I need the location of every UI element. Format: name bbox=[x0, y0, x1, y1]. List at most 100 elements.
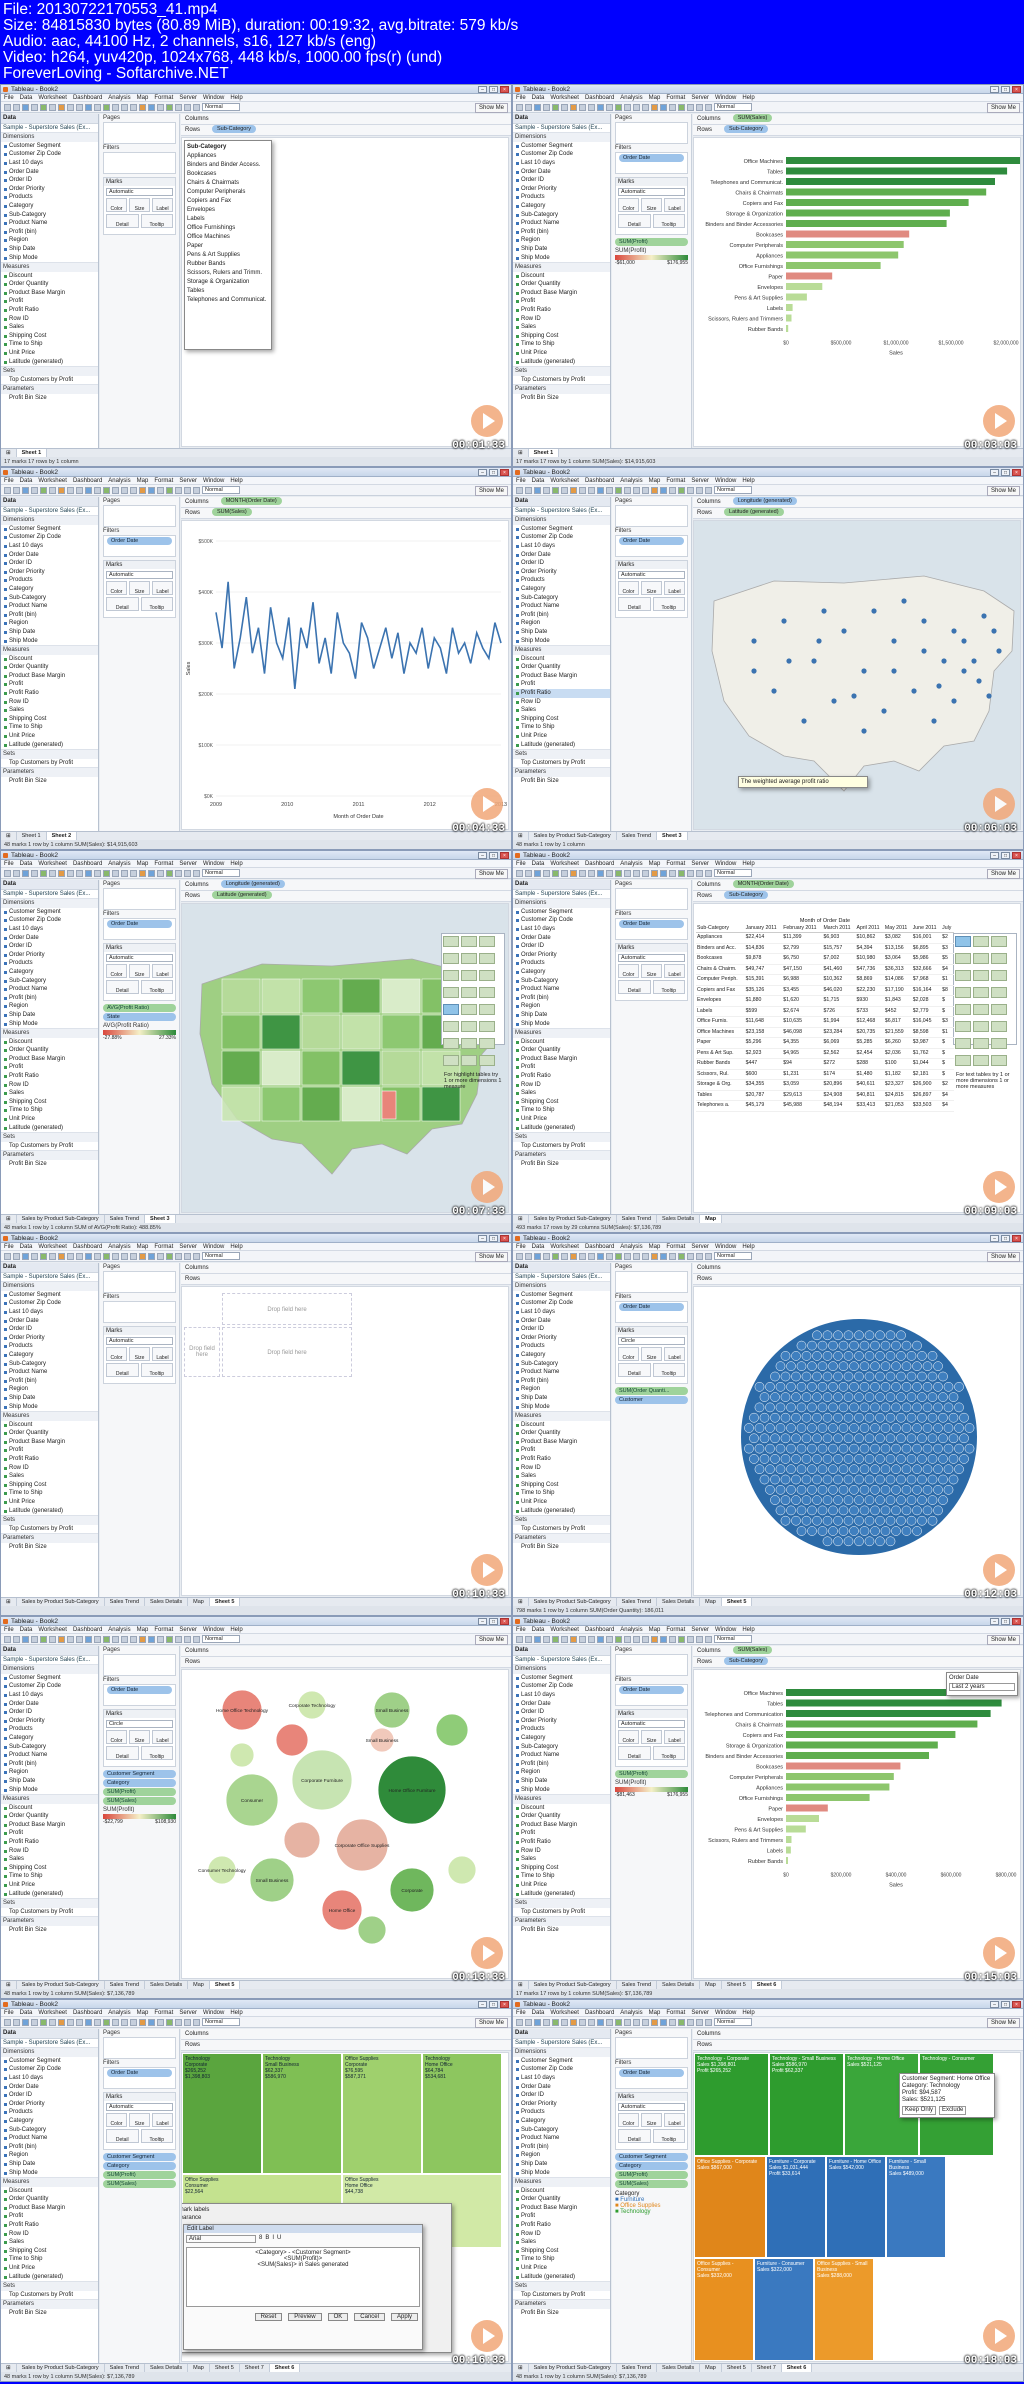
menu-help[interactable]: Help bbox=[230, 1243, 242, 1250]
toolbar-icon[interactable] bbox=[597, 1252, 604, 1260]
dimension-field[interactable]: Sub-Category bbox=[1, 211, 98, 220]
toolbar-icon[interactable] bbox=[166, 103, 173, 111]
dimension-field[interactable]: Profit (bin) bbox=[1, 2143, 98, 2152]
dimension-field[interactable]: Ship Mode bbox=[513, 254, 610, 263]
toolbar-icon[interactable] bbox=[112, 103, 119, 111]
data-source-tab[interactable]: ⊞ bbox=[1, 1598, 17, 1606]
toolbar-icon[interactable] bbox=[525, 2018, 532, 2026]
toolbar-icon[interactable] bbox=[184, 103, 191, 111]
dimension-field[interactable]: Last 10 days bbox=[1, 159, 98, 168]
menu-file[interactable]: File bbox=[516, 94, 526, 101]
measure-field[interactable]: Shipping Cost bbox=[513, 332, 610, 341]
measure-field[interactable]: Product Base Margin bbox=[513, 672, 610, 681]
dimension-field[interactable]: Region bbox=[1, 619, 98, 628]
toolbar-icon[interactable] bbox=[31, 1252, 38, 1260]
toolbar-icon[interactable] bbox=[58, 869, 65, 877]
sheet-tab[interactable]: Sheet 2 bbox=[46, 832, 78, 840]
dimension-field[interactable]: Product Name bbox=[1, 219, 98, 228]
menu-dashboard[interactable]: Dashboard bbox=[585, 94, 614, 101]
toolbar-icon[interactable] bbox=[58, 1635, 65, 1643]
toolbar-icon[interactable] bbox=[67, 486, 74, 494]
toolbar-icon[interactable] bbox=[705, 2018, 712, 2026]
dimension-field[interactable]: Last 10 days bbox=[1, 2074, 98, 2083]
dimension-field[interactable]: Order Date bbox=[1, 1700, 98, 1709]
toolbar-icon[interactable] bbox=[193, 486, 200, 494]
measure-field[interactable]: Sales bbox=[513, 706, 610, 715]
menu-help[interactable]: Help bbox=[230, 2009, 242, 2016]
label-button[interactable]: Label bbox=[664, 581, 685, 595]
menu-window[interactable]: Window bbox=[715, 477, 736, 484]
toolbar-icon[interactable] bbox=[570, 1252, 577, 1260]
measure-field[interactable]: Row ID bbox=[513, 315, 610, 324]
toolbar-icon[interactable] bbox=[705, 1635, 712, 1643]
toolbar-icon[interactable] bbox=[561, 869, 568, 877]
dimension-field[interactable]: Order Priority bbox=[1, 568, 98, 577]
menu-window[interactable]: Window bbox=[715, 94, 736, 101]
treemap-cell[interactable]: Furniture - Small Business Sales $489,00… bbox=[886, 2155, 946, 2258]
menu-server[interactable]: Server bbox=[179, 2009, 197, 2016]
toolbar-icon[interactable] bbox=[687, 103, 694, 111]
menu-dashboard[interactable]: Dashboard bbox=[585, 860, 614, 867]
dialog-button[interactable]: Apply bbox=[390, 2313, 418, 2321]
chart-type-option[interactable] bbox=[479, 936, 495, 947]
measure-field[interactable]: Shipping Cost bbox=[1, 332, 98, 341]
measure-field[interactable]: Discount bbox=[513, 1038, 610, 1047]
sheet-tab[interactable]: Sheet 1 bbox=[528, 449, 560, 457]
measure-field[interactable]: Discount bbox=[1, 1804, 98, 1813]
data-source-name[interactable]: Sample - Superstore Sales (Ex... bbox=[513, 890, 610, 899]
list-item[interactable]: Appliances bbox=[187, 152, 269, 161]
menu-map[interactable]: Map bbox=[649, 1626, 661, 1633]
data-source-tab[interactable]: ⊞ bbox=[513, 1598, 529, 1606]
measure-field[interactable]: Profit bbox=[1, 2212, 98, 2221]
measure-field[interactable]: Profit Ratio bbox=[1, 689, 98, 698]
dimension-field[interactable]: Region bbox=[513, 619, 610, 628]
measure-field[interactable]: Profit bbox=[1, 1829, 98, 1838]
dimension-field[interactable]: Profit (bin) bbox=[1, 994, 98, 1003]
toolbar-icon[interactable] bbox=[112, 486, 119, 494]
menu-window[interactable]: Window bbox=[715, 2009, 736, 2016]
close-button[interactable]: × bbox=[500, 2001, 509, 2008]
menu-data[interactable]: Data bbox=[532, 94, 545, 101]
measure-field[interactable]: Profit Ratio bbox=[513, 306, 610, 315]
chart-type-option[interactable] bbox=[955, 987, 971, 998]
tooltip-button[interactable]: Tooltip bbox=[652, 1363, 685, 1377]
measure-field[interactable]: Discount bbox=[513, 1804, 610, 1813]
dimension-field[interactable]: Ship Date bbox=[513, 245, 610, 254]
size-button[interactable]: Size bbox=[641, 1347, 662, 1361]
measure-field[interactable]: Profit bbox=[513, 297, 610, 306]
dimension-field[interactable]: Ship Date bbox=[513, 1394, 610, 1403]
set-field[interactable]: Top Customers by Profit bbox=[513, 376, 610, 385]
data-source-name[interactable]: Sample - Superstore Sales (Ex... bbox=[1, 124, 98, 133]
measure-field[interactable]: Profit Ratio bbox=[513, 2221, 610, 2230]
data-source-tab[interactable]: ⊞ bbox=[513, 449, 529, 457]
dimension-field[interactable]: Customer Segment bbox=[513, 1674, 610, 1683]
toolbar-icon[interactable] bbox=[49, 103, 56, 111]
measure-field[interactable]: Profit Ratio bbox=[513, 1072, 610, 1081]
toolbar-icon[interactable] bbox=[516, 2018, 523, 2026]
toolbar-icon[interactable] bbox=[94, 1252, 101, 1260]
measure-field[interactable]: Row ID bbox=[513, 1847, 610, 1856]
measure-field[interactable]: Order Quantity bbox=[1, 2195, 98, 2204]
measure-field[interactable]: Row ID bbox=[513, 1464, 610, 1473]
toolbar-icon[interactable] bbox=[166, 1635, 173, 1643]
marks-pill[interactable]: Customer Segment bbox=[103, 2153, 176, 2161]
list-item[interactable]: Sub-Category bbox=[187, 143, 269, 152]
menu-window[interactable]: Window bbox=[203, 94, 224, 101]
close-button[interactable]: × bbox=[1012, 852, 1021, 859]
menu-map[interactable]: Map bbox=[649, 860, 661, 867]
sheet-tab[interactable]: Map bbox=[188, 1981, 210, 1989]
measure-field[interactable]: Profit Ratio bbox=[513, 1455, 610, 1464]
chart-type-option[interactable] bbox=[973, 987, 989, 998]
toolbar-icon[interactable] bbox=[193, 869, 200, 877]
chart-type-option[interactable] bbox=[443, 1038, 459, 1049]
data-source-name[interactable]: Sample - Superstore Sales (Ex... bbox=[513, 1273, 610, 1282]
toolbar-icon[interactable] bbox=[615, 869, 622, 877]
toolbar-icon[interactable] bbox=[40, 486, 47, 494]
play-overlay[interactable] bbox=[471, 1171, 503, 1203]
marks-pill[interactable]: SUM(Profit) bbox=[103, 1788, 176, 1796]
dimension-field[interactable]: Products bbox=[513, 959, 610, 968]
dimension-field[interactable]: Order ID bbox=[1, 1708, 98, 1717]
toolbar-icon[interactable] bbox=[148, 1252, 155, 1260]
filters-shelf[interactable]: Order Date bbox=[103, 918, 176, 940]
sheet-tab[interactable]: Sheet 1 bbox=[17, 832, 47, 840]
